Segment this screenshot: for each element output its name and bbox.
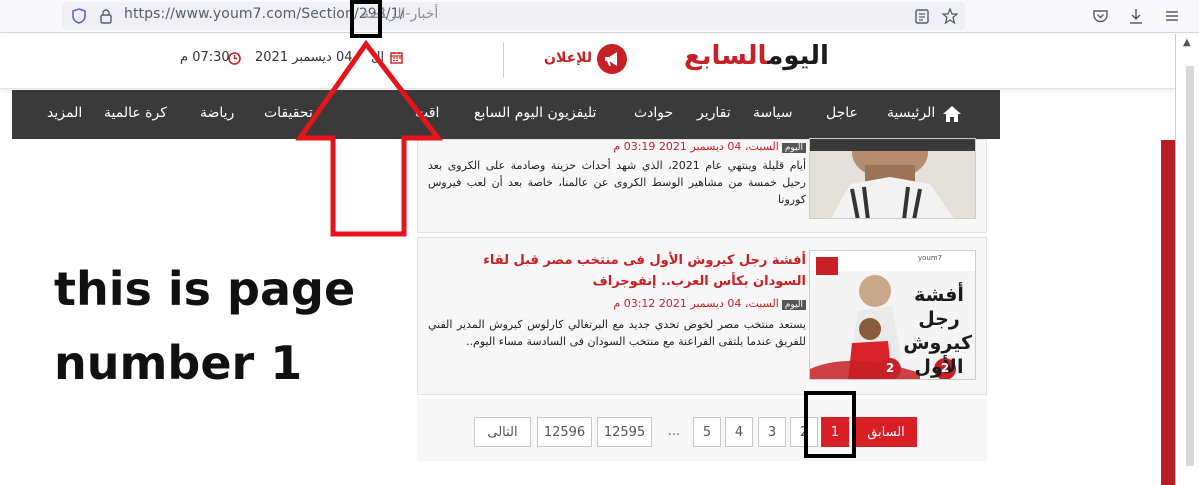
- annotation-arrow-layer: [295, 39, 444, 237]
- screenshot-root: https://www.youm7.com/Section/298/1/ أخب…: [0, 0, 1199, 485]
- highlight-box-page-1: [804, 391, 856, 458]
- up-arrow-icon: [295, 39, 444, 237]
- highlight-box-url: [350, 0, 382, 38]
